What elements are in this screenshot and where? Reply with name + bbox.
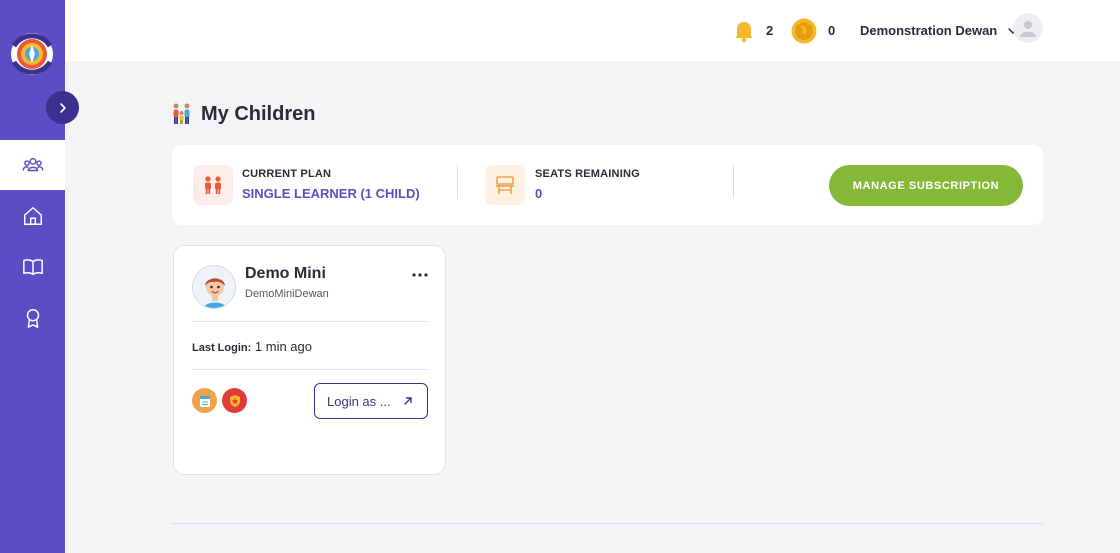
more-horizontal-icon bbox=[412, 273, 428, 277]
seats-remaining-label: Seats Remaining bbox=[535, 168, 640, 180]
divider bbox=[192, 321, 428, 322]
reading-badge bbox=[192, 388, 217, 413]
bell-icon bbox=[735, 21, 753, 42]
coin-icon bbox=[791, 18, 817, 43]
last-login-label: Last Login: bbox=[192, 342, 252, 354]
sidebar-item-home[interactable] bbox=[0, 191, 65, 241]
notifications-count: 2 bbox=[766, 23, 774, 38]
user-avatar[interactable] bbox=[1013, 13, 1043, 43]
child-options-button[interactable] bbox=[409, 268, 431, 282]
sidebar-item-achievements[interactable] bbox=[0, 293, 65, 343]
user-silhouette-icon bbox=[1020, 21, 1036, 37]
sidebar-item-children[interactable] bbox=[0, 140, 65, 190]
child-avatar bbox=[192, 265, 236, 309]
subscription-summary-card: Current Plan SINGLE LEARNER (1 CHILD) Se… bbox=[172, 145, 1043, 225]
divider bbox=[733, 165, 734, 198]
coins-count: 0 bbox=[828, 23, 836, 38]
page-header: My Children bbox=[171, 101, 315, 127]
last-login-row: Last Login: 1 min ago bbox=[192, 339, 312, 354]
user-name: Demonstration Dewan bbox=[860, 23, 998, 38]
user-menu[interactable]: Demonstration Dewan bbox=[860, 0, 1019, 61]
sidebar bbox=[0, 0, 79, 553]
content-bottom-divider bbox=[172, 523, 1043, 524]
sidebar-expand-button[interactable] bbox=[46, 91, 79, 124]
divider bbox=[457, 165, 458, 198]
learners-icon bbox=[205, 176, 221, 194]
divider bbox=[192, 369, 428, 370]
shield-icon bbox=[229, 394, 240, 407]
notifications-button[interactable]: 2 bbox=[733, 0, 773, 61]
login-as-label: Login as ... bbox=[327, 393, 391, 409]
book-badge-icon bbox=[199, 395, 210, 407]
current-plan-icon-box bbox=[193, 165, 233, 205]
seats-icon-box bbox=[485, 165, 525, 205]
page-title: My Children bbox=[201, 102, 316, 125]
coins-indicator[interactable]: 0 bbox=[791, 0, 835, 61]
login-as-button[interactable]: Login as ... bbox=[314, 383, 428, 419]
arrow-up-right-icon bbox=[404, 397, 412, 405]
award-ribbon-icon bbox=[26, 309, 39, 328]
child-username: DemoMiniDewan bbox=[245, 288, 329, 300]
last-login-value: 1 min ago bbox=[254, 339, 312, 354]
book-icon bbox=[22, 259, 43, 276]
home-icon bbox=[23, 207, 42, 225]
sidebar-item-library[interactable] bbox=[0, 242, 65, 292]
chevron-right-icon bbox=[59, 102, 66, 113]
current-plan-label: Current Plan bbox=[242, 168, 332, 180]
shield-badge bbox=[222, 388, 247, 413]
current-plan-value: SINGLE LEARNER (1 CHILD) bbox=[242, 186, 420, 201]
child-name: Demo Mini bbox=[245, 265, 326, 282]
people-group-icon bbox=[22, 157, 43, 172]
family-icon bbox=[173, 103, 190, 124]
seats-remaining-value: 0 bbox=[535, 186, 543, 201]
child-card: Demo Mini DemoMiniDewan Last Login: 1 mi… bbox=[173, 245, 446, 475]
school-desk-icon bbox=[496, 176, 514, 194]
top-bar: 2 0 Demonstration Dewan bbox=[65, 0, 1120, 61]
journey-2-jannah-logo[interactable] bbox=[8, 28, 56, 82]
manage-subscription-button[interactable]: MANAGE SUBSCRIPTION bbox=[829, 165, 1023, 206]
